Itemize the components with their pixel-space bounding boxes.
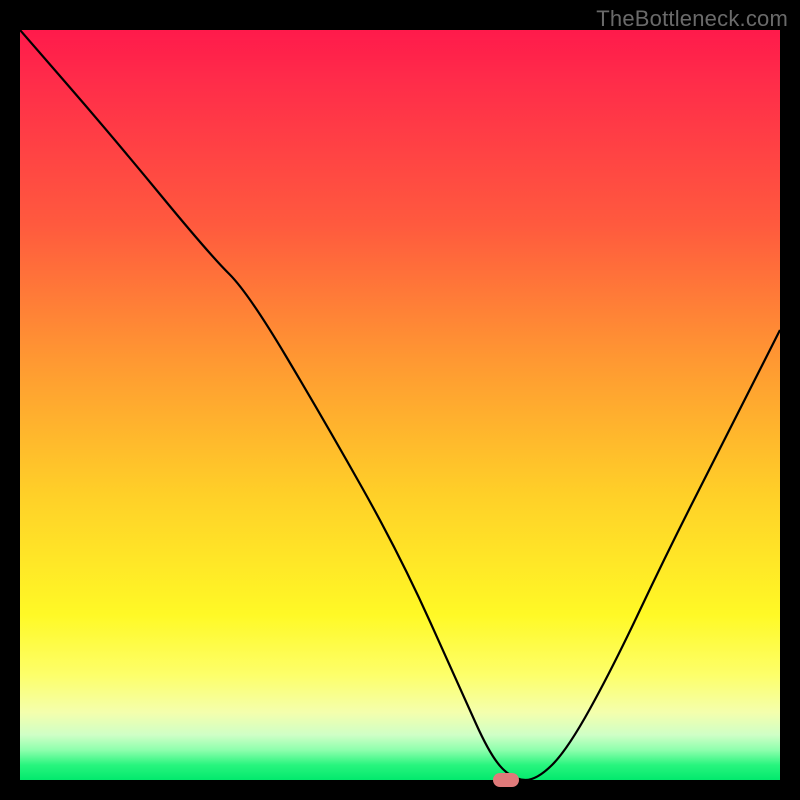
chart-line-svg bbox=[20, 30, 780, 780]
chart-line-path bbox=[20, 30, 780, 780]
chart-plot-area bbox=[20, 30, 780, 780]
watermark-text: TheBottleneck.com bbox=[596, 6, 788, 32]
chart-marker bbox=[493, 773, 519, 787]
chart-container bbox=[20, 30, 780, 780]
